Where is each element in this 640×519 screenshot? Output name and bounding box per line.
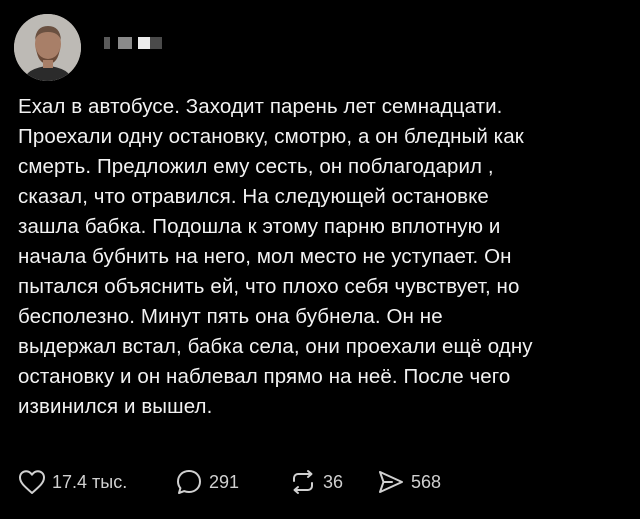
avatar[interactable] [14,14,81,81]
avatar-photo [14,14,81,81]
post-actions-bar: 17.4 тыс. 291 36 568 [18,466,467,498]
comment-bubble-icon [177,470,201,494]
like-button[interactable]: 17.4 тыс. [18,469,175,495]
share-button[interactable]: 568 [377,468,467,496]
comment-count: 291 [209,471,240,492]
repost-button[interactable]: 36 [289,468,377,496]
redaction-block [138,37,150,49]
repost-count: 36 [323,471,344,492]
author-name-redacted[interactable] [104,36,162,50]
share-arrow-icon [379,471,403,493]
heart-icon [19,470,45,494]
redaction-gap [110,37,118,49]
post-card: Ехал в автобусе. Заходит парень лет семн… [0,0,640,519]
repost-arrows-icon [293,470,313,494]
redaction-block [150,37,162,49]
like-count: 17.4 тыс. [52,471,128,492]
share-count: 568 [411,471,442,492]
comment-button[interactable]: 291 [175,468,289,496]
redaction-block [118,37,132,49]
post-body-text: Ехал в автобусе. Заходит парень лет семн… [18,95,533,418]
